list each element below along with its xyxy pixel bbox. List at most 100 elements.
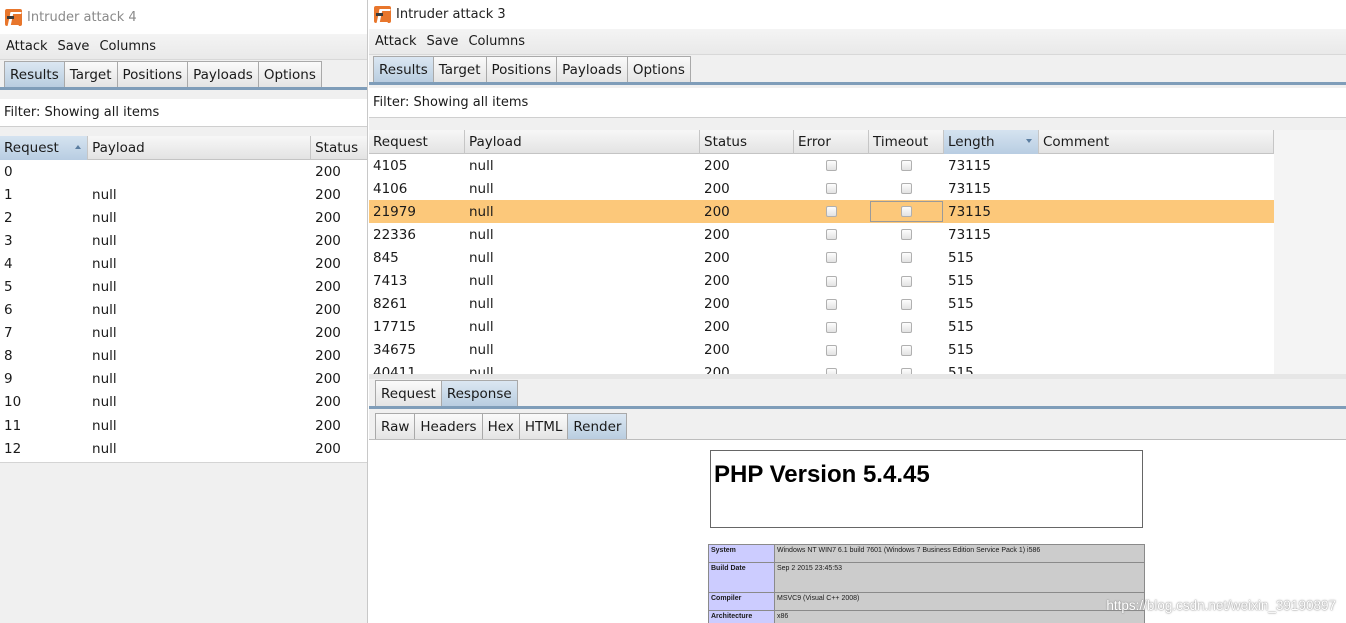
cell-error[interactable] [794,154,869,177]
column-header-error[interactable]: Error [794,130,869,154]
error-checkbox[interactable] [826,298,837,310]
tab-request[interactable]: Request [375,380,442,406]
tab-raw[interactable]: Raw [375,413,416,439]
table-row[interactable]: 7413 null 200 515 [369,269,1274,292]
cell-request: 845 [373,249,399,266]
column-header-comment[interactable]: Comment [1039,130,1274,154]
title-bar[interactable]: Intruder attack 3 [369,0,1346,29]
table-row[interactable]: 10 null 200 [0,391,367,414]
table-row[interactable]: 17715 null 200 515 [369,316,1274,339]
table-row[interactable]: 845 null 200 515 [369,246,1274,269]
tab-positions[interactable]: Positions [485,56,558,82]
tab-positions[interactable]: Positions [116,61,189,87]
cell-timeout[interactable] [869,154,944,177]
table-row[interactable]: 7 null 200 [0,322,367,345]
menu-columns[interactable]: Columns [466,34,527,49]
cell-error[interactable] [794,339,869,362]
cell-error[interactable] [794,177,869,200]
tab-hex[interactable]: Hex [481,413,520,439]
table-row[interactable]: 1 null 200 [0,183,367,206]
cell-error[interactable] [794,200,869,223]
cell-timeout[interactable] [869,177,944,200]
table-row[interactable]: 22336 null 200 73115 [369,223,1274,246]
menu-save[interactable]: Save [425,34,461,49]
column-header-status[interactable]: Status [311,136,367,160]
cell-timeout[interactable] [869,362,944,374]
tab-response[interactable]: Response [440,380,518,406]
error-checkbox[interactable] [826,229,837,241]
table-row[interactable]: 4 null 200 [0,252,367,275]
timeout-checkbox[interactable] [901,160,912,172]
cell-error[interactable] [794,293,869,316]
tab-results[interactable]: Results [4,61,65,87]
cell-error[interactable] [794,316,869,339]
timeout-checkbox[interactable] [901,229,912,241]
timeout-checkbox[interactable] [901,275,912,287]
timeout-checkbox[interactable] [901,183,912,195]
cell-error[interactable] [794,246,869,269]
column-header-status[interactable]: Status [700,130,794,154]
column-header-request[interactable]: Request [369,130,465,154]
error-checkbox[interactable] [826,275,837,287]
tab-payloads[interactable]: Payloads [187,61,259,87]
error-checkbox[interactable] [826,252,837,264]
tab-html[interactable]: HTML [518,413,569,439]
table-row[interactable]: 8261 null 200 515 [369,293,1274,316]
cell-timeout[interactable] [869,293,944,316]
error-checkbox[interactable] [826,344,837,356]
cell-timeout[interactable] [869,316,944,339]
cell-timeout[interactable] [869,223,944,246]
menu-attack[interactable]: Attack [4,39,50,54]
error-checkbox[interactable] [826,321,837,333]
table-row[interactable]: 0 200 [0,160,367,183]
cell-timeout[interactable] [869,200,944,223]
column-header-request[interactable]: Request [0,136,89,160]
table-row[interactable]: 3 null 200 [0,229,367,252]
table-row[interactable]: 40411 null 200 515 [369,362,1274,374]
filter-bar[interactable]: Filter: Showing all items [0,99,367,127]
timeout-checkbox[interactable] [901,298,912,310]
tab-headers[interactable]: Headers [414,413,483,439]
column-header-timeout[interactable]: Timeout [869,130,944,154]
timeout-checkbox[interactable] [901,321,912,333]
menu-attack[interactable]: Attack [373,34,419,49]
column-header-length[interactable]: Length [944,130,1039,154]
title-bar[interactable]: Intruder attack 4 [0,0,367,34]
cell-error[interactable] [794,223,869,246]
table-row[interactable]: 34675 null 200 515 [369,339,1274,362]
table-row[interactable]: 5 null 200 [0,275,367,298]
table-row[interactable]: 6 null 200 [0,299,367,322]
table-row[interactable]: 21979 null 200 73115 [369,200,1274,224]
menu-save[interactable]: Save [56,39,92,54]
table-row[interactable]: 4105 null 200 73115 [369,154,1274,177]
table-row[interactable]: 4106 null 200 73115 [369,177,1274,200]
tab-payloads[interactable]: Payloads [556,56,628,82]
cell-error[interactable] [794,269,869,292]
cell-timeout[interactable] [869,269,944,292]
timeout-checkbox[interactable] [901,252,912,264]
table-row[interactable]: 12 null 200 [0,437,367,460]
table-row[interactable]: 8 null 200 [0,345,367,368]
tab-render[interactable]: Render [567,413,628,439]
column-header-payload[interactable]: Payload [88,136,312,160]
error-checkbox[interactable] [826,183,837,195]
table-row[interactable]: 9 null 200 [0,368,367,391]
tab-options[interactable]: Options [626,56,691,82]
error-checkbox[interactable] [826,206,837,218]
filter-bar[interactable]: Filter: Showing all items [369,88,1346,118]
error-checkbox[interactable] [826,160,837,172]
cell-timeout[interactable] [869,246,944,269]
cell-request: 9 [4,371,13,388]
timeout-checkbox[interactable] [901,344,912,356]
tab-options[interactable]: Options [257,61,322,87]
tab-results[interactable]: Results [373,56,434,82]
column-header-payload[interactable]: Payload [465,130,700,154]
cell-timeout[interactable] [869,339,944,362]
tab-target[interactable]: Target [432,56,487,82]
table-row[interactable]: 2 null 200 [0,206,367,229]
tab-target[interactable]: Target [63,61,118,87]
menu-columns[interactable]: Columns [97,39,158,54]
table-row[interactable]: 11 null 200 [0,414,367,437]
cell-error[interactable] [794,362,869,374]
timeout-checkbox[interactable] [901,206,912,218]
